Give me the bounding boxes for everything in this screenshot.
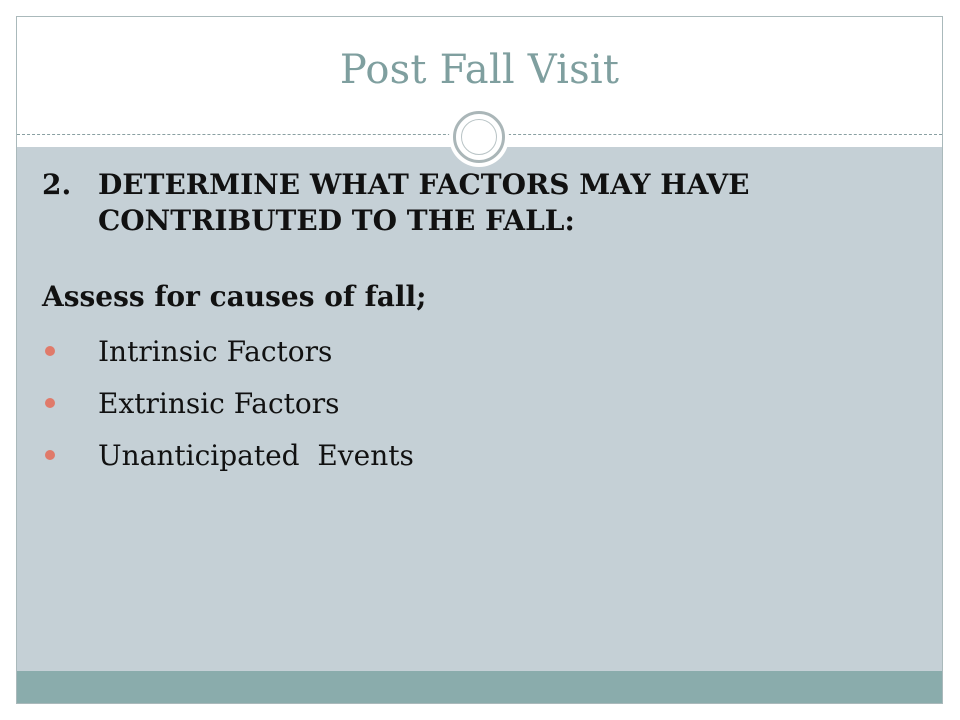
subheading: Assess for causes of fall; — [42, 280, 427, 313]
bullet-text: Unanticipated Events — [98, 438, 414, 472]
slide-body: 2. DETERMINE WHAT FACTORS MAY HAVE CONTR… — [42, 167, 922, 481]
footer-band — [17, 671, 942, 703]
list-item: Intrinsic Factors — [42, 325, 922, 377]
bullet-dot-icon — [45, 398, 55, 408]
circle-ornament-core — [461, 119, 497, 155]
bullet-dot-icon — [45, 346, 55, 356]
bullet-text: Extrinsic Factors — [98, 386, 340, 420]
numbered-heading: 2. DETERMINE WHAT FACTORS MAY HAVE CONTR… — [42, 167, 922, 239]
list-item: Unanticipated Events — [42, 429, 922, 481]
bullet-text: Intrinsic Factors — [98, 334, 333, 368]
slide-title: Post Fall Visit — [339, 47, 620, 93]
bullet-list: Intrinsic Factors Extrinsic Factors Unan… — [42, 325, 922, 481]
heading-text: DETERMINE WHAT FACTORS MAY HAVE CONTRIBU… — [98, 168, 750, 237]
bullet-dot-icon — [45, 450, 55, 460]
slide: Post Fall Visit 2. DETERMINE WHAT FACTOR… — [16, 16, 943, 704]
list-item: Extrinsic Factors — [42, 377, 922, 429]
heading-number: 2. — [42, 168, 72, 201]
